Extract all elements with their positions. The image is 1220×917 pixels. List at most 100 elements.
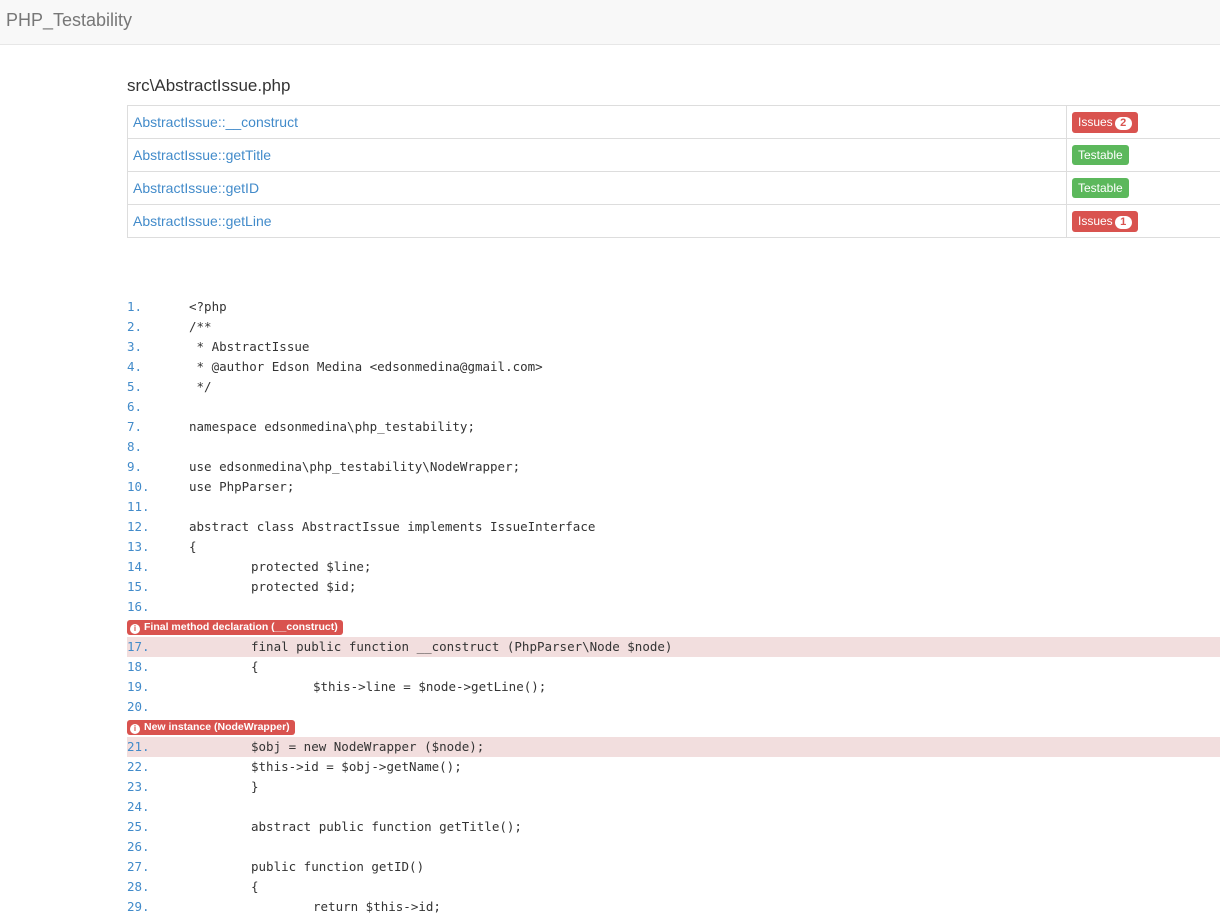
code-line: 22. $this->id = $obj->getName(); [127, 757, 1220, 777]
method-link[interactable]: AbstractIssue::getID [133, 180, 259, 196]
method-name-cell: AbstractIssue::getTitle [128, 139, 1067, 172]
methods-table: AbstractIssue::__constructIssues2Abstrac… [127, 105, 1220, 238]
code-text: * AbstractIssue [189, 337, 309, 357]
line-number: 6. [127, 397, 142, 417]
method-row: AbstractIssue::getLine Issues1 [128, 205, 1220, 238]
method-row: AbstractIssue::__construct Issues2 [128, 106, 1220, 139]
code-line: 18. { [127, 657, 1220, 677]
code-text: */ [189, 377, 212, 397]
issue-label: iNew instance (NodeWrapper) [127, 720, 295, 735]
line-number: 7. [127, 417, 142, 437]
line-number: 16. [127, 597, 150, 617]
method-row: AbstractIssue::getID Testable [128, 172, 1220, 205]
code-line: 1.<?php [127, 297, 1220, 317]
file-path-heading: src\AbstractIssue.php [127, 75, 290, 97]
code-text: { [251, 877, 259, 897]
code-line: 16. [127, 597, 1220, 617]
code-line: 13.{ [127, 537, 1220, 557]
code-text: abstract class AbstractIssue implements … [189, 517, 595, 537]
code-text: use PhpParser; [189, 477, 294, 497]
code-text: namespace edsonmedina\php_testability; [189, 417, 475, 437]
issue-count-badge: 2 [1115, 117, 1132, 130]
method-link[interactable]: AbstractIssue::getLine [133, 213, 272, 229]
line-number: 25. [127, 817, 150, 837]
method-status-cell: Issues2 [1067, 106, 1220, 139]
code-line: 3. * AbstractIssue [127, 337, 1220, 357]
line-number: 5. [127, 377, 142, 397]
code-line: 12. abstract class AbstractIssue implemen… [127, 517, 1220, 537]
status-label: Issues [1078, 115, 1113, 129]
code-text: public function getID() [251, 857, 424, 877]
line-number: 18. [127, 657, 150, 677]
issue-banner: i Final method declaration (__construct) [127, 617, 1220, 637]
line-number: 27. [127, 857, 150, 877]
brand-title[interactable]: PHP_Testability [6, 9, 132, 31]
code-text: { [251, 657, 259, 677]
method-row: AbstractIssue::getTitle Testable [128, 139, 1220, 172]
code-line: 11. [127, 497, 1220, 517]
code-text: abstract public function getTitle(); [251, 817, 522, 837]
code-line: 8. [127, 437, 1220, 457]
method-name-cell: AbstractIssue::getID [128, 172, 1067, 205]
code-text: final public function __construct (PhpPa… [251, 637, 672, 657]
line-number: 15. [127, 577, 150, 597]
code-line: 29. return $this->id; [127, 897, 1220, 917]
status-label: Issues [1078, 214, 1113, 228]
code-text: } [251, 777, 259, 797]
code-line: 14. protected $line; [127, 557, 1220, 577]
code-line: 15. protected $id; [127, 577, 1220, 597]
issues-badge: Issues1 [1072, 211, 1138, 232]
code-text: protected $id; [251, 577, 356, 597]
testable-badge: Testable [1072, 145, 1129, 165]
method-name-cell: AbstractIssue::__construct [128, 106, 1067, 139]
line-number: 1. [127, 297, 142, 317]
issue-text: Final method declaration (__construct) [144, 621, 338, 633]
method-link[interactable]: AbstractIssue::__construct [133, 114, 298, 130]
code-text: { [189, 537, 197, 557]
line-number: 19. [127, 677, 150, 697]
line-number: 23. [127, 777, 150, 797]
code-line: 23.} [127, 777, 1220, 797]
issue-text: New instance (NodeWrapper) [144, 721, 290, 733]
code-line: 28.{ [127, 877, 1220, 897]
line-number: 2. [127, 317, 142, 337]
method-link[interactable]: AbstractIssue::getTitle [133, 147, 271, 163]
code-text: return $this->id; [313, 897, 441, 917]
code-line: 10. use PhpParser; [127, 477, 1220, 497]
code-line-issue: 21. $obj = new NodeWrapper ($node); [127, 737, 1220, 757]
issue-label: i Final method declaration (__construct) [127, 620, 343, 635]
code-text: $this->id = $obj->getName(); [251, 757, 462, 777]
code-text: use edsonmedina\php_testability\NodeWrap… [189, 457, 520, 477]
line-number: 9. [127, 457, 142, 477]
code-line: 5. */ [127, 377, 1220, 397]
testable-badge: Testable [1072, 178, 1129, 198]
status-label: Testable [1078, 148, 1123, 162]
code-text: protected $line; [251, 557, 371, 577]
code-line: 24. [127, 797, 1220, 817]
line-number: 3. [127, 337, 142, 357]
method-status-cell: Issues1 [1067, 205, 1220, 238]
line-number: 11. [127, 497, 150, 517]
code-text: $this->line = $node->getLine(); [313, 677, 546, 697]
code-text: /** [189, 317, 212, 337]
code-line: 19. $this->line = $node->getLine(); [127, 677, 1220, 697]
status-label: Testable [1078, 181, 1123, 195]
line-number: 29. [127, 897, 150, 917]
method-status-cell: Testable [1067, 139, 1220, 172]
code-line: 27. public function getID() [127, 857, 1220, 877]
code-view: 1.<?php2./**3. * AbstractIssue4. * @auth… [127, 297, 1220, 917]
line-number: 8. [127, 437, 142, 457]
code-text: $obj = new NodeWrapper ($node); [251, 737, 484, 757]
line-number: 10. [127, 477, 150, 497]
method-name-cell: AbstractIssue::getLine [128, 205, 1067, 238]
code-text: * @author Edson Medina <edsonmedina@gmai… [189, 357, 543, 377]
line-number: 22. [127, 757, 150, 777]
line-number: 21. [127, 737, 150, 757]
line-number: 20. [127, 697, 150, 717]
code-line: 4. * @author Edson Medina <edsonmedina@g… [127, 357, 1220, 377]
info-circle-icon: i [130, 624, 140, 634]
code-line: 7. namespace edsonmedina\php_testability; [127, 417, 1220, 437]
code-line: 26. [127, 837, 1220, 857]
line-number: 14. [127, 557, 150, 577]
line-number: 12. [127, 517, 150, 537]
